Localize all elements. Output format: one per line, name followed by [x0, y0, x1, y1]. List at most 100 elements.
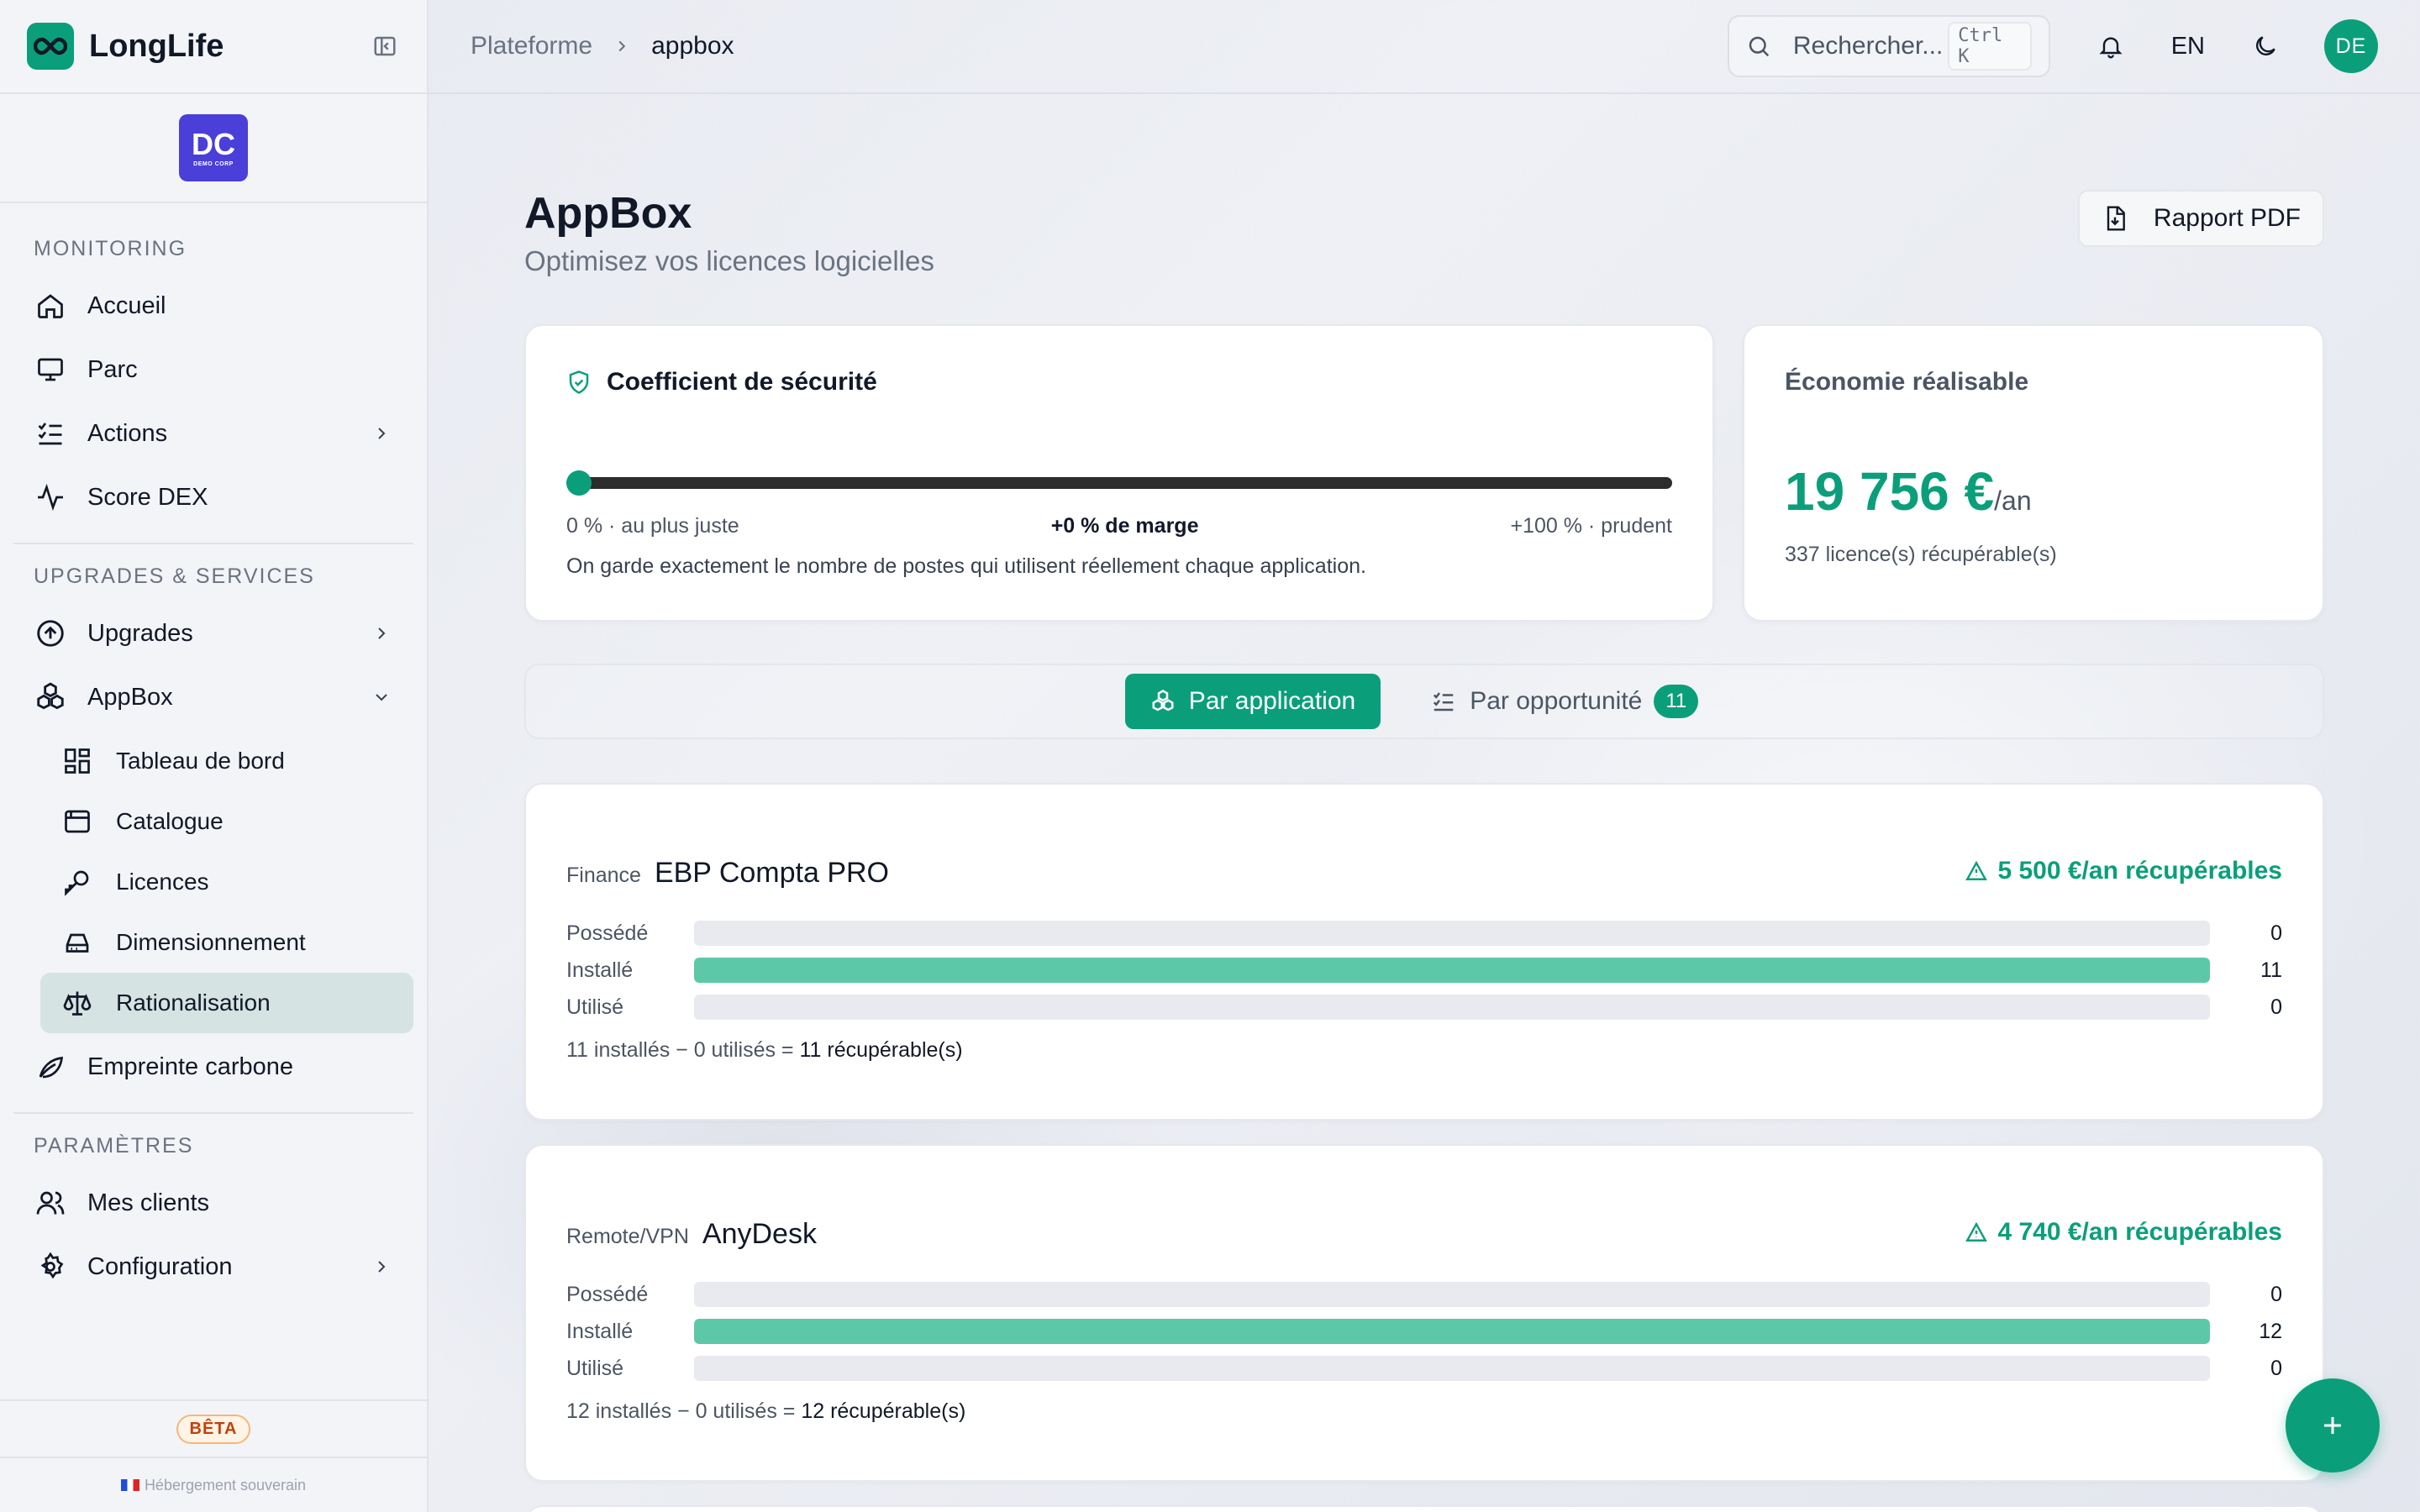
- sidebar-item-dimensionnement[interactable]: Dimensionnement: [40, 912, 413, 973]
- divider: [13, 1112, 413, 1114]
- sidebar-item-actions[interactable]: Actions: [13, 403, 413, 464]
- sidebar-item-label: Score DEX: [87, 483, 208, 511]
- sidebar-item-accueil[interactable]: Accueil: [13, 276, 413, 336]
- sidebar-item-mes-clients[interactable]: Mes clients: [13, 1173, 413, 1233]
- search-input[interactable]: Rechercher... Ctrl K: [1727, 15, 2050, 77]
- sidebar-item-empreinte-carbone[interactable]: Empreinte carbone: [13, 1037, 413, 1097]
- economy-amount: 19 756 €: [1785, 461, 1995, 522]
- moon-icon[interactable]: [2247, 28, 2284, 65]
- warning-triangle-icon: [1965, 859, 1989, 883]
- language-switcher[interactable]: EN: [2171, 33, 2205, 60]
- formula-result: 12 récupérable(s): [801, 1399, 966, 1423]
- sidebar-item-label: Catalogue: [116, 808, 224, 834]
- add-button[interactable]: [2286, 1378, 2380, 1473]
- bar-row-installe: Installé 11: [566, 958, 2282, 983]
- avatar[interactable]: DE: [2324, 19, 2378, 73]
- org-badge[interactable]: DC DEMO CORP: [179, 114, 248, 181]
- tab-label: Par application: [1188, 687, 1356, 715]
- file-download-icon: [2102, 203, 2132, 234]
- monitor-icon: [34, 353, 67, 386]
- list-check-icon: [34, 417, 67, 450]
- sidebar-item-score-dex[interactable]: Score DEX: [13, 467, 413, 528]
- sidebar-item-licences[interactable]: Licences: [40, 852, 413, 912]
- bar-track: [694, 958, 2210, 983]
- sidebar-item-appbox[interactable]: AppBox: [13, 667, 413, 727]
- sidebar-item-label: Licences: [116, 869, 209, 895]
- security-description: On garde exactement le nombre de postes …: [566, 554, 1366, 578]
- warning-triangle-icon: [1965, 1221, 1989, 1244]
- bell-icon[interactable]: [2092, 28, 2129, 65]
- security-coefficient-card: Coefficient de sécurité 0 % · au plus ju…: [524, 324, 1714, 622]
- sidebar-item-label: Upgrades: [87, 619, 193, 647]
- app-recoverable: 4 740 €/an récupérables: [1965, 1218, 2282, 1247]
- sidebar-item-catalogue[interactable]: Catalogue: [40, 791, 413, 852]
- sidebar-item-tableau-de-bord[interactable]: Tableau de bord: [40, 731, 413, 791]
- gear-icon: [34, 1250, 67, 1284]
- tab-label: Par opportunité: [1470, 687, 1643, 715]
- org-switcher[interactable]: DC DEMO CORP: [0, 94, 427, 203]
- security-slider[interactable]: [566, 470, 1672, 496]
- bar-label: Installé: [566, 958, 634, 982]
- bar-track: [694, 921, 2210, 946]
- app-formula: 12 installés − 0 utilisés = 12 récupérab…: [566, 1399, 965, 1424]
- home-icon: [34, 289, 67, 323]
- economy-subtitle: 337 licence(s) récupérable(s): [1785, 543, 2057, 566]
- bar-value: 0: [2270, 921, 2282, 945]
- formula-text: 12 installés − 0 utilisés =: [566, 1399, 802, 1423]
- opportunity-count-badge: 11: [1654, 685, 1699, 718]
- hosting-note: Hébergement souverain: [0, 1457, 427, 1512]
- bar-value: 11: [2260, 958, 2282, 982]
- section-label-parametres: PARAMÈTRES: [34, 1133, 194, 1158]
- section-label-upgrades: UPGRADES & SERVICES: [34, 564, 315, 588]
- tab-par-application[interactable]: Par application: [1124, 674, 1381, 729]
- chevron-down-icon: [370, 685, 393, 709]
- chevron-right-icon: [370, 622, 393, 645]
- tab-par-opportunite[interactable]: Par opportunité 11: [1406, 674, 1723, 729]
- bar-row-utilise: Utilisé 0: [566, 1356, 2282, 1381]
- economy-card: Économie réalisable 19 756 €/an 337 lice…: [1743, 324, 2324, 622]
- france-flag-icon: [120, 1479, 139, 1491]
- sidebar-item-label: Actions: [87, 419, 168, 447]
- pdf-report-button[interactable]: Rapport PDF: [2077, 190, 2324, 247]
- bar-value: 0: [2270, 995, 2282, 1019]
- users-icon: [34, 1186, 67, 1220]
- arrow-up-circle-icon: [34, 617, 67, 650]
- app-card-partial[interactable]: [524, 1505, 2324, 1512]
- page-subtitle: Optimisez vos licences logicielles: [524, 245, 934, 276]
- plus-icon: [2324, 1417, 2341, 1434]
- sidebar-item-configuration[interactable]: Configuration: [13, 1236, 413, 1297]
- breadcrumb-appbox: appbox: [651, 32, 734, 60]
- bar-track: [694, 995, 2210, 1020]
- slider-max-label: +100 % · prudent: [1510, 514, 1672, 538]
- sidebar-item-label: Configuration: [87, 1252, 233, 1280]
- shield-check-icon: [566, 369, 593, 396]
- leaf-icon: [34, 1050, 67, 1084]
- sidebar-collapse-icon[interactable]: [370, 31, 400, 61]
- beta-badge: BÊTA: [176, 1414, 251, 1444]
- sidebar-item-upgrades[interactable]: Upgrades: [13, 603, 413, 664]
- sidebar-item-label: Rationalisation: [116, 990, 271, 1016]
- economy-unit: /an: [1994, 486, 2032, 516]
- app-card[interactable]: Remote/VPN AnyDesk 4 740 €/an récupérabl…: [524, 1144, 2324, 1482]
- app-card[interactable]: Finance EBP Compta PRO 5 500 €/an récupé…: [524, 783, 2324, 1121]
- slider-min-label: 0 % · au plus juste: [566, 514, 739, 538]
- scale-icon: [60, 986, 94, 1020]
- topbar: Plateforme appbox Rechercher... Ctrl K E…: [429, 0, 2420, 94]
- formula-text: 11 installés − 0 utilisés =: [566, 1038, 800, 1062]
- divider: [13, 543, 413, 544]
- sidebar-item-label: Accueil: [87, 291, 166, 319]
- economy-value: 19 756 €/an: [1785, 460, 2032, 522]
- sidebar-item-parc[interactable]: Parc: [13, 339, 413, 400]
- sidebar-item-rationalisation[interactable]: Rationalisation: [40, 973, 413, 1033]
- app-header: Finance EBP Compta PRO 5 500 €/an récupé…: [566, 857, 2282, 890]
- bar-row-utilise: Utilisé 0: [566, 995, 2282, 1020]
- breadcrumb-plateforme[interactable]: Plateforme: [471, 32, 592, 60]
- bar-label: Utilisé: [566, 995, 624, 1019]
- sidebar-item-label: AppBox: [87, 683, 173, 711]
- brand-name[interactable]: LongLife: [89, 29, 224, 65]
- infinity-logo-icon[interactable]: [27, 23, 74, 70]
- page-header: AppBox Optimisez vos licences logicielle…: [524, 94, 2324, 324]
- sidebar-footer: BÊTA Hébergement souverain: [0, 1399, 427, 1512]
- security-slider-thumb[interactable]: [566, 470, 592, 496]
- security-slider-labels: 0 % · au plus juste +0 % de marge +100 %…: [566, 514, 1672, 538]
